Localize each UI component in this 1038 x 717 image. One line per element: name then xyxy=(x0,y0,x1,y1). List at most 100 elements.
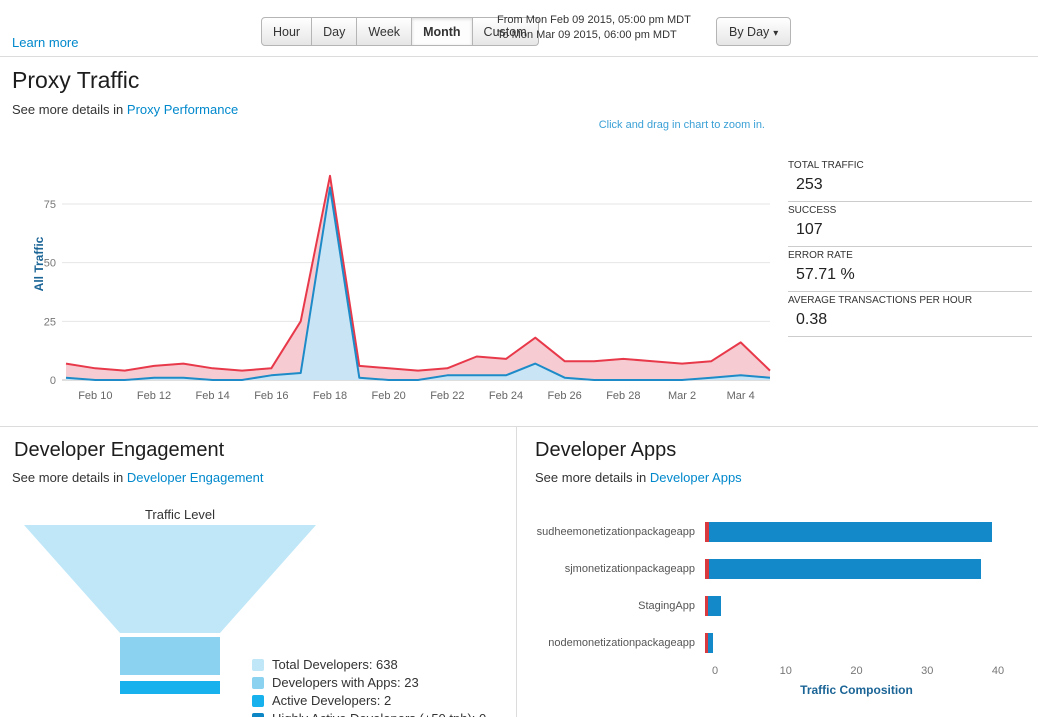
app-name-label: StagingApp xyxy=(525,600,705,612)
stat-value: 107 xyxy=(796,220,1032,240)
svg-text:0: 0 xyxy=(50,375,56,387)
developer-engagement-link[interactable]: Developer Engagement xyxy=(127,470,264,485)
developer-apps-title: Developer Apps xyxy=(535,439,1038,462)
svg-text:25: 25 xyxy=(44,316,56,328)
legend-swatch-active-developers xyxy=(252,695,264,707)
stat-label: SUCCESS xyxy=(788,205,1032,217)
funnel-title: Traffic Level xyxy=(30,507,330,522)
legend-item: Active Developers: 2 xyxy=(252,693,486,708)
proxy-performance-link[interactable]: Proxy Performance xyxy=(127,102,238,117)
stat-label: TOTAL TRAFFIC xyxy=(788,160,1032,172)
developer-engagement-title: Developer Engagement xyxy=(14,439,516,462)
traffic-line-chart[interactable]: All Traffic 0255075Feb 10Feb 12Feb 14Feb… xyxy=(8,147,788,417)
range-button-week[interactable]: Week xyxy=(357,17,412,46)
funnel-legend: Total Developers: 638 Developers with Ap… xyxy=(252,657,486,717)
bottom-panels: Developer Engagement See more details in… xyxy=(0,427,1038,717)
bar-segment-traffic xyxy=(708,633,714,653)
stat-value: 57.71 % xyxy=(796,265,1032,285)
bar-segment-traffic xyxy=(709,559,981,579)
developer-apps-link[interactable]: Developer Apps xyxy=(650,470,742,485)
bar-row: nodemonetizationpackageapp xyxy=(525,624,1020,661)
svg-text:Feb 18: Feb 18 xyxy=(313,390,347,402)
legend-swatch-total-developers xyxy=(252,659,264,671)
svg-text:Feb 10: Feb 10 xyxy=(78,390,112,402)
stat-total-traffic: TOTAL TRAFFIC 253 xyxy=(788,157,1032,202)
interval-dropdown[interactable]: By Day ▾ xyxy=(716,17,791,46)
developer-engagement-section: Developer Engagement See more details in… xyxy=(0,427,517,717)
developer-apps-section: Developer Apps See more details in Devel… xyxy=(517,427,1038,717)
details-prefix: See more details in xyxy=(12,102,123,117)
svg-text:Feb 28: Feb 28 xyxy=(606,390,640,402)
interval-label: By Day xyxy=(729,25,769,39)
bar-row: sudheemonetizationpackageapp xyxy=(525,513,1020,550)
x-tick-label: 0 xyxy=(712,665,718,677)
svg-text:Feb 12: Feb 12 xyxy=(137,390,171,402)
stat-label: AVERAGE TRANSACTIONS PER HOUR xyxy=(788,295,1032,307)
stat-label: ERROR RATE xyxy=(788,250,1032,262)
legend-text: Total Developers: 638 xyxy=(272,657,398,672)
date-from-text: From Mon Feb 09 2015, 05:00 pm MDT xyxy=(497,13,691,28)
topbar: Learn more Hour Day Week Month Custom Fr… xyxy=(0,0,1038,57)
stat-error-rate: ERROR RATE 57.71 % xyxy=(788,247,1032,292)
details-prefix: See more details in xyxy=(12,470,123,485)
bar-segment-traffic xyxy=(709,522,992,542)
developer-apps-bar-chart: sudheemonetizationpackageapp sjmonetizati… xyxy=(525,513,1020,697)
range-button-month[interactable]: Month xyxy=(412,17,472,46)
apps-details-line: See more details in Developer Apps xyxy=(535,470,1038,485)
bar-segment-traffic xyxy=(708,596,721,616)
legend-text: Highly Active Developers (+50 tph): 0 xyxy=(272,711,486,717)
legend-text: Developers with Apps: 23 xyxy=(272,675,419,690)
svg-text:Feb 20: Feb 20 xyxy=(372,390,406,402)
traffic-stats-panel: TOTAL TRAFFIC 253 SUCCESS 107 ERROR RATE… xyxy=(788,157,1032,417)
svg-text:Feb 14: Feb 14 xyxy=(196,390,230,402)
app-name-label: sudheemonetizationpackageapp xyxy=(525,526,705,538)
traffic-bar[interactable] xyxy=(705,522,992,542)
stat-avg-tph: AVERAGE TRANSACTIONS PER HOUR 0.38 xyxy=(788,292,1032,337)
bar-row: sjmonetizationpackageapp xyxy=(525,550,1020,587)
svg-text:75: 75 xyxy=(44,199,56,211)
legend-item: Developers with Apps: 23 xyxy=(252,675,486,690)
legend-text: Active Developers: 2 xyxy=(272,693,391,708)
learn-more-link[interactable]: Learn more xyxy=(12,35,78,50)
x-tick-label: 30 xyxy=(921,665,933,677)
traffic-bar[interactable] xyxy=(705,596,721,616)
legend-item: Highly Active Developers (+50 tph): 0 xyxy=(252,711,486,717)
range-button-hour[interactable]: Hour xyxy=(261,17,312,46)
svg-text:Mar 4: Mar 4 xyxy=(727,390,755,402)
proxy-chart-area: All Traffic 0255075Feb 10Feb 12Feb 14Feb… xyxy=(0,147,1038,417)
stat-value: 0.38 xyxy=(796,310,1032,330)
zoom-hint: Click and drag in chart to zoom in. xyxy=(599,119,765,131)
x-tick-label: 10 xyxy=(780,665,792,677)
bar-row: StagingApp xyxy=(525,587,1020,624)
traffic-bar[interactable] xyxy=(705,633,713,653)
legend-swatch-highly-active-developers xyxy=(252,713,264,717)
x-axis-ticks: 0 10 20 30 40 xyxy=(715,665,1020,680)
svg-text:Feb 24: Feb 24 xyxy=(489,390,523,402)
y-axis-label: All Traffic xyxy=(32,219,46,309)
svg-text:Feb 22: Feb 22 xyxy=(430,390,464,402)
stat-value: 253 xyxy=(796,175,1032,195)
engagement-details-line: See more details in Developer Engagement xyxy=(12,470,516,485)
range-button-day[interactable]: Day xyxy=(312,17,357,46)
funnel-stage-total-developers xyxy=(24,525,316,633)
stat-success: SUCCESS 107 xyxy=(788,202,1032,247)
svg-text:Mar 2: Mar 2 xyxy=(668,390,696,402)
legend-swatch-developers-with-apps xyxy=(252,677,264,689)
svg-text:Feb 26: Feb 26 xyxy=(548,390,582,402)
proxy-details-line: See more details in Proxy Performance xyxy=(12,102,1038,117)
date-to-text: To Mon Mar 09 2015, 06:00 pm MDT xyxy=(497,28,691,43)
x-axis-label: Traffic Composition xyxy=(715,683,998,697)
caret-down-icon: ▾ xyxy=(773,28,778,39)
analytics-dashboard: Learn more Hour Day Week Month Custom Fr… xyxy=(0,0,1038,717)
traffic-bar[interactable] xyxy=(705,559,981,579)
traffic-area-chart-svg[interactable]: 0255075Feb 10Feb 12Feb 14Feb 16Feb 18Feb… xyxy=(8,147,788,417)
svg-text:Feb 16: Feb 16 xyxy=(254,390,288,402)
x-tick-label: 40 xyxy=(992,665,1004,677)
proxy-traffic-title: Proxy Traffic xyxy=(12,67,1038,94)
funnel-stage-active-developers xyxy=(120,681,220,694)
bar-rows: sudheemonetizationpackageapp sjmonetizati… xyxy=(525,513,1020,661)
x-tick-label: 20 xyxy=(850,665,862,677)
legend-item: Total Developers: 638 xyxy=(252,657,486,672)
app-name-label: sjmonetizationpackageapp xyxy=(525,563,705,575)
proxy-traffic-section: Proxy Traffic See more details in Proxy … xyxy=(0,67,1038,427)
